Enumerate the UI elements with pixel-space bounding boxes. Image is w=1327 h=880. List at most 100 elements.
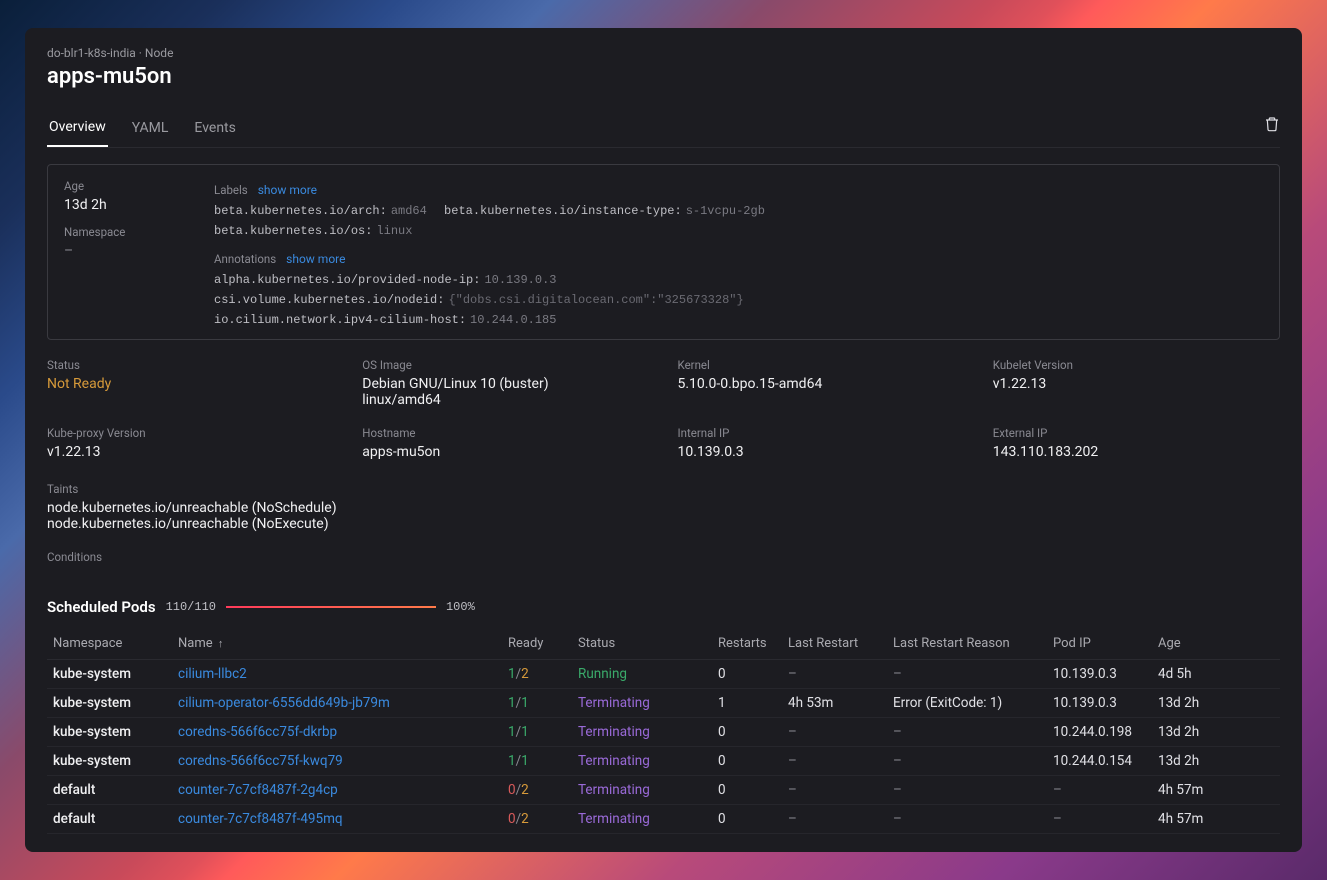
cell-pod-ip: 10.139.0.3: [1047, 660, 1152, 689]
cell-restart-reason: –: [887, 805, 1047, 834]
cell-restarts: 0: [712, 776, 782, 805]
breadcrumb-cluster[interactable]: do-blr1-k8s-india: [47, 46, 136, 60]
table-row[interactable]: kube-systemcoredns-566f6cc75f-kwq791/1Te…: [47, 747, 1280, 776]
breadcrumb-kind[interactable]: Node: [145, 46, 174, 60]
table-row[interactable]: kube-systemcoredns-566f6cc75f-dkrbp1/1Te…: [47, 718, 1280, 747]
conditions-label: Conditions: [47, 550, 1280, 564]
cell-pod-ip: –: [1047, 805, 1152, 834]
kubeproxy-label: Kube-proxy Version: [47, 426, 334, 440]
delete-button[interactable]: [1264, 115, 1280, 143]
cell-age: 13d 2h: [1152, 747, 1280, 776]
cell-name: coredns-566f6cc75f-kwq79: [172, 747, 502, 776]
os-value-2: linux/amd64: [362, 392, 649, 408]
label-val: amd64: [391, 204, 427, 218]
label-val: s-1vcpu-2gb: [686, 204, 765, 218]
cell-status: Terminating: [572, 747, 712, 776]
kubelet-label: Kubelet Version: [993, 358, 1280, 372]
pod-link[interactable]: coredns-566f6cc75f-kwq79: [178, 753, 343, 769]
pod-link[interactable]: counter-7c7cf8487f-495mq: [178, 811, 343, 827]
cell-ready: 1/2: [502, 660, 572, 689]
namespace-label: Namespace: [64, 225, 174, 239]
col-restarts[interactable]: Restarts: [712, 628, 782, 660]
cell-ready: 0/2: [502, 776, 572, 805]
taint-value-1: node.kubernetes.io/unreachable (NoSchedu…: [47, 500, 1280, 516]
kernel-value: 5.10.0-0.bpo.15-amd64: [678, 376, 965, 392]
cell-status: Terminating: [572, 805, 712, 834]
cell-ready: 1/1: [502, 747, 572, 776]
ann-val: {"dobs.csi.digitalocean.com":"325673328"…: [448, 293, 743, 307]
taint-value-2: node.kubernetes.io/unreachable (NoExecut…: [47, 516, 1280, 532]
cell-ready: 0/2: [502, 805, 572, 834]
col-age[interactable]: Age: [1152, 628, 1280, 660]
cell-status: Running: [572, 660, 712, 689]
cell-name: cilium-llbc2: [172, 660, 502, 689]
pods-count: 110/110: [166, 600, 216, 614]
cell-status: Terminating: [572, 689, 712, 718]
cell-pod-ip: –: [1047, 776, 1152, 805]
cell-name: counter-7c7cf8487f-495mq: [172, 805, 502, 834]
cell-pod-ip: 10.244.0.154: [1047, 747, 1152, 776]
internal-ip-label: Internal IP: [678, 426, 965, 440]
cell-pod-ip: 10.244.0.198: [1047, 718, 1152, 747]
cell-age: 13d 2h: [1152, 718, 1280, 747]
table-row[interactable]: kube-systemcilium-llbc21/2Running0––10.1…: [47, 660, 1280, 689]
col-namespace[interactable]: Namespace: [47, 628, 172, 660]
status-value: Not Ready: [47, 376, 334, 392]
pods-progress-bar: [226, 606, 436, 608]
hostname-label: Hostname: [362, 426, 649, 440]
page-title: apps-mu5on: [47, 64, 1280, 89]
cell-namespace: kube-system: [47, 718, 172, 747]
pod-link[interactable]: counter-7c7cf8487f-2g4cp: [178, 782, 338, 798]
kernel-label: Kernel: [678, 358, 965, 372]
col-status[interactable]: Status: [572, 628, 712, 660]
cell-last-restart: –: [782, 747, 887, 776]
cell-status: Terminating: [572, 718, 712, 747]
cell-last-restart: –: [782, 718, 887, 747]
cell-restart-reason: –: [887, 776, 1047, 805]
kubelet-value: v1.22.13: [993, 376, 1280, 392]
scheduled-pods-section: Scheduled Pods 110/110 100% Namespace Na…: [47, 598, 1280, 834]
cell-namespace: default: [47, 805, 172, 834]
age-label: Age: [64, 179, 174, 193]
col-restart-reason[interactable]: Last Restart Reason: [887, 628, 1047, 660]
label-key: beta.kubernetes.io/arch:: [214, 204, 387, 218]
cell-ready: 1/1: [502, 689, 572, 718]
pods-title: Scheduled Pods: [47, 598, 156, 616]
table-row[interactable]: defaultcounter-7c7cf8487f-2g4cp0/2Termin…: [47, 776, 1280, 805]
external-ip-value: 143.110.183.202: [993, 444, 1280, 460]
pod-link[interactable]: coredns-566f6cc75f-dkrbp: [178, 724, 337, 740]
cell-restarts: 0: [712, 660, 782, 689]
age-value: 13d 2h: [64, 197, 174, 213]
tab-overview[interactable]: Overview: [47, 111, 108, 147]
annotations-show-more[interactable]: show more: [286, 252, 345, 266]
cell-age: 4h 57m: [1152, 776, 1280, 805]
cell-namespace: kube-system: [47, 660, 172, 689]
namespace-value: –: [64, 243, 174, 259]
cell-restarts: 0: [712, 747, 782, 776]
cell-age: 4d 5h: [1152, 660, 1280, 689]
os-value-1: Debian GNU/Linux 10 (buster): [362, 376, 649, 392]
cell-last-restart: –: [782, 805, 887, 834]
cell-age: 4h 57m: [1152, 805, 1280, 834]
labels-heading: Labels: [214, 183, 248, 197]
cell-restart-reason: Error (ExitCode: 1): [887, 689, 1047, 718]
pod-link[interactable]: cilium-llbc2: [178, 666, 247, 682]
ann-val: 10.244.0.185: [470, 313, 556, 327]
internal-ip-value: 10.139.0.3: [678, 444, 965, 460]
col-pod-ip[interactable]: Pod IP: [1047, 628, 1152, 660]
breadcrumb[interactable]: do-blr1-k8s-india · Node: [47, 46, 1280, 60]
metadata-box: Age 13d 2h Namespace – Labels show more …: [47, 164, 1280, 340]
cell-age: 13d 2h: [1152, 689, 1280, 718]
tab-yaml[interactable]: YAML: [130, 112, 171, 146]
kubeproxy-value: v1.22.13: [47, 444, 334, 460]
tab-events[interactable]: Events: [192, 112, 237, 146]
col-ready[interactable]: Ready: [502, 628, 572, 660]
node-detail-panel: do-blr1-k8s-india · Node apps-mu5on Over…: [25, 28, 1302, 852]
col-name[interactable]: Name ↑: [172, 628, 502, 660]
table-row[interactable]: kube-systemcilium-operator-6556dd649b-jb…: [47, 689, 1280, 718]
table-row[interactable]: default counter-7c7cf8487f-495mq 0/2Termin…: [47, 805, 1280, 834]
cell-restart-reason: –: [887, 747, 1047, 776]
col-last-restart[interactable]: Last Restart: [782, 628, 887, 660]
labels-show-more[interactable]: show more: [258, 183, 317, 197]
pod-link[interactable]: cilium-operator-6556dd649b-jb79m: [178, 695, 390, 711]
